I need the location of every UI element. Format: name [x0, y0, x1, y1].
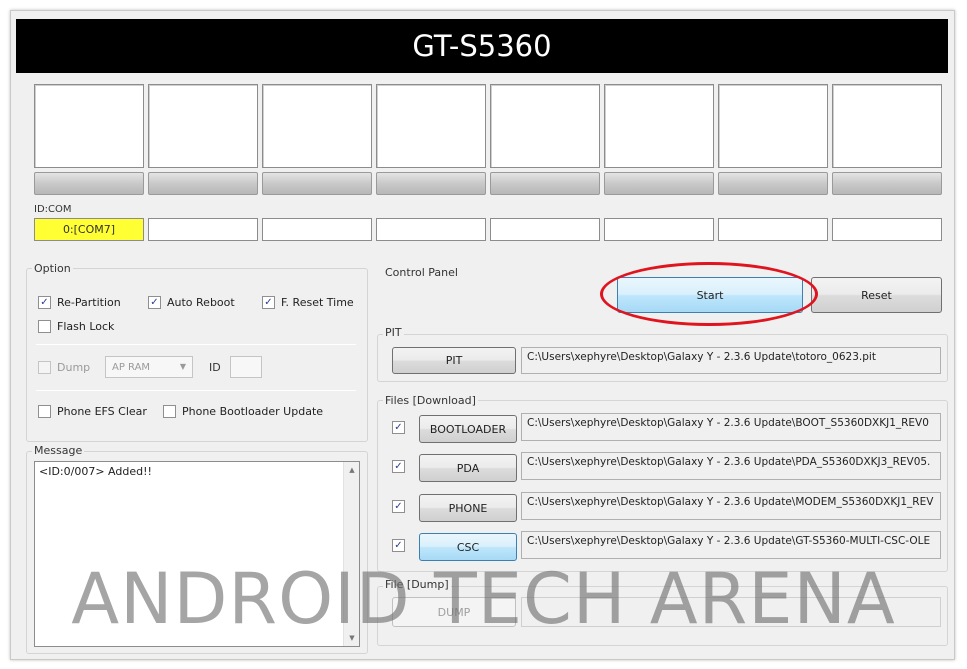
file-row-checkbox[interactable]: ✓ — [392, 500, 405, 513]
option-divider — [36, 344, 356, 345]
dump-id-input[interactable] — [230, 356, 262, 378]
com-port-active: 0:[COM7] — [34, 218, 144, 241]
f-reset-time-label: F. Reset Time — [281, 296, 354, 309]
checkmark-icon: ✓ — [264, 296, 273, 308]
file-path-field[interactable]: C:\Users\xephyre\Desktop\Galaxy Y - 2.3.… — [521, 531, 941, 559]
port-status-box — [832, 84, 942, 168]
port-status-box — [148, 84, 258, 168]
message-log-text: <ID:0/007> Added!! — [39, 465, 152, 478]
port-progress-bar — [262, 172, 372, 195]
checkmark-icon: ✓ — [394, 421, 403, 433]
checkmark-icon: ✓ — [394, 539, 403, 551]
checkmark-icon: ✓ — [394, 460, 403, 472]
com-port-box — [376, 218, 486, 241]
pit-button[interactable]: PIT — [392, 347, 516, 374]
port-status-box — [34, 84, 144, 168]
auto-reboot-checkbox[interactable]: ✓ — [148, 296, 161, 309]
dump-label: Dump — [57, 361, 91, 374]
files-download-title: Files [Download] — [383, 394, 478, 407]
pit-path-field[interactable]: C:\Users\xephyre\Desktop\Galaxy Y - 2.3.… — [521, 347, 941, 374]
message-scrollbar[interactable]: ▲ ▼ — [343, 462, 359, 646]
dump-button[interactable]: DUMP — [392, 597, 516, 627]
option-group-title: Option — [32, 262, 73, 275]
message-log[interactable]: <ID:0/007> Added!! ▲ ▼ — [34, 461, 360, 647]
scroll-down-icon[interactable]: ▼ — [344, 630, 360, 646]
phone-bootloader-update-checkbox[interactable] — [163, 405, 176, 418]
com-port-box — [718, 218, 828, 241]
dump-id-label: ID — [209, 361, 221, 374]
file-button-bootloader[interactable]: BOOTLOADER — [419, 415, 517, 443]
port-progress-bar — [376, 172, 486, 195]
port-progress-bar — [718, 172, 828, 195]
com-port-box — [832, 218, 942, 241]
port-status-box — [376, 84, 486, 168]
port-progress-bar — [34, 172, 144, 195]
model-title: GT-S5360 — [412, 29, 552, 63]
com-port-box — [148, 218, 258, 241]
com-port-box — [262, 218, 372, 241]
dump-target-select[interactable]: AP RAM ▼ — [105, 356, 193, 378]
file-button-csc[interactable]: CSC — [419, 533, 517, 561]
option-divider — [36, 390, 356, 391]
phone-efs-clear-checkbox[interactable] — [38, 405, 51, 418]
com-port-box — [604, 218, 714, 241]
checkmark-icon: ✓ — [40, 296, 49, 308]
file-button-phone[interactable]: PHONE — [419, 494, 517, 522]
reset-button[interactable]: Reset — [811, 277, 942, 313]
control-panel-title: Control Panel — [383, 266, 460, 279]
scroll-up-icon[interactable]: ▲ — [344, 462, 360, 478]
pit-group-title: PIT — [383, 326, 404, 339]
phone-bootloader-update-label: Phone Bootloader Update — [182, 405, 324, 418]
file-dump-title: File [Dump] — [383, 578, 451, 591]
f-reset-time-checkbox[interactable]: ✓ — [262, 296, 275, 309]
dump-path-field[interactable] — [521, 597, 941, 627]
flash-lock-label: Flash Lock — [57, 320, 115, 333]
port-progress-bar — [832, 172, 942, 195]
port-progress-bar — [604, 172, 714, 195]
port-status-box — [604, 84, 714, 168]
checkmark-icon: ✓ — [150, 296, 159, 308]
file-row-checkbox[interactable]: ✓ — [392, 539, 405, 552]
file-path-field[interactable]: C:\Users\xephyre\Desktop\Galaxy Y - 2.3.… — [521, 492, 941, 520]
auto-reboot-label: Auto Reboot — [167, 296, 235, 309]
file-path-field[interactable]: C:\Users\xephyre\Desktop\Galaxy Y - 2.3.… — [521, 452, 941, 480]
port-status-box — [490, 84, 600, 168]
message-group-title: Message — [32, 444, 85, 457]
port-progress-bar — [148, 172, 258, 195]
re-partition-label: Re-Partition — [57, 296, 121, 309]
flash-lock-checkbox[interactable] — [38, 320, 51, 333]
re-partition-checkbox[interactable]: ✓ — [38, 296, 51, 309]
chevron-down-icon: ▼ — [179, 362, 186, 371]
id-com-label: ID:COM — [34, 204, 72, 215]
com-port-box — [490, 218, 600, 241]
start-button[interactable]: Start — [617, 277, 803, 313]
checkmark-icon: ✓ — [394, 500, 403, 512]
file-row-checkbox[interactable]: ✓ — [392, 421, 405, 434]
port-progress-bar — [490, 172, 600, 195]
port-status-box — [718, 84, 828, 168]
file-button-pda[interactable]: PDA — [419, 454, 517, 482]
phone-efs-clear-label: Phone EFS Clear — [57, 405, 147, 418]
dump-target-value: AP RAM — [112, 361, 151, 373]
file-row-checkbox[interactable]: ✓ — [392, 460, 405, 473]
file-path-field[interactable]: C:\Users\xephyre\Desktop\Galaxy Y - 2.3.… — [521, 413, 941, 441]
model-title-bar: GT-S5360 — [16, 19, 948, 73]
port-status-box — [262, 84, 372, 168]
dump-checkbox[interactable] — [38, 361, 51, 374]
